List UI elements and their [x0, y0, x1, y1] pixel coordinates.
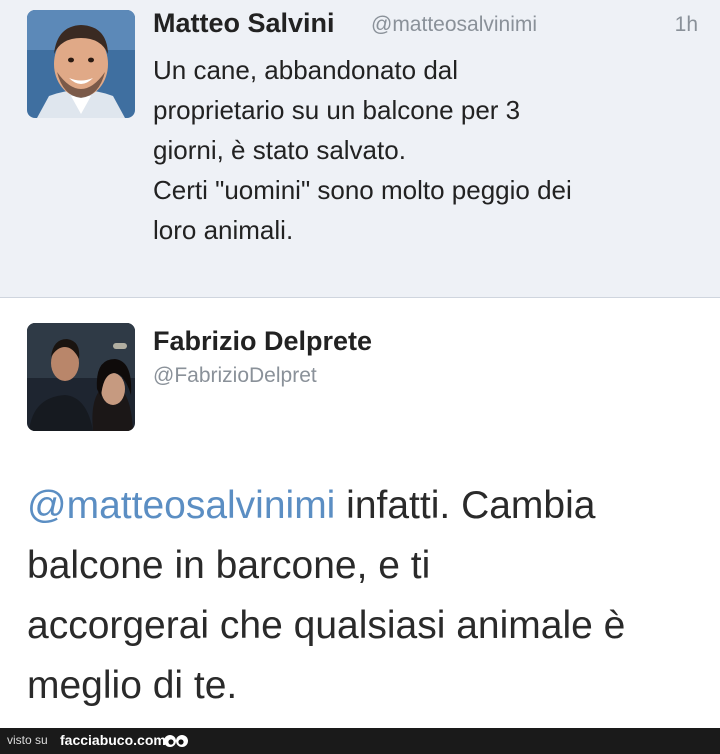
- eyes-icon: [164, 735, 188, 747]
- watermark-footer: visto su facciabuco.com: [0, 728, 720, 754]
- mention-link[interactable]: @matteosalvinimi: [27, 484, 335, 527]
- reply-text-line: balcone in barcone, e ti: [27, 544, 431, 587]
- tweet-text-line: Un cane, abbandonato dal: [153, 55, 459, 85]
- tweet-timestamp[interactable]: 1h: [675, 13, 698, 37]
- avatar-salvini[interactable]: [27, 10, 135, 118]
- avatar-fabrizio[interactable]: [27, 323, 135, 431]
- reply-author-handle[interactable]: @FabrizioDelpret: [153, 364, 317, 388]
- tweet-header: Matteo Salvini @matteosalvinimi 1h: [153, 8, 698, 44]
- tweet-text-line: Certi "uomini" sono molto peggio dei: [153, 175, 572, 205]
- tweet-salvini: Matteo Salvini @matteosalvinimi 1h Un ca…: [0, 0, 720, 298]
- tweet-text-line: proprietario su un balcone per 3: [153, 95, 521, 125]
- tweet-text-line: giorni, è stato salvato.: [153, 135, 406, 165]
- author-handle[interactable]: @matteosalvinimi: [371, 13, 537, 37]
- reply-text: @matteosalvinimi infatti. Cambia balcone…: [27, 476, 707, 716]
- tweet-text-line: loro animali.: [153, 215, 294, 245]
- reply-text-line: accorgerai che qualsiasi animale è: [27, 604, 626, 647]
- footer-site-link[interactable]: facciabuco.com: [60, 732, 166, 748]
- reply-text-line: @matteosalvinimi infatti. Cambia: [27, 476, 707, 536]
- reply-author-name[interactable]: Fabrizio Delprete: [153, 326, 372, 357]
- footer-label: visto su: [7, 733, 48, 747]
- author-name[interactable]: Matteo Salvini: [153, 8, 335, 39]
- avatar-fabrizio-image: [27, 323, 135, 431]
- reply-text-line: meglio di te.: [27, 664, 238, 707]
- reply-text-fragment: infatti. Cambia: [335, 484, 596, 527]
- tweet-text: Un cane, abbandonato dal proprietario su…: [153, 50, 693, 250]
- avatar-salvini-image: [27, 10, 135, 118]
